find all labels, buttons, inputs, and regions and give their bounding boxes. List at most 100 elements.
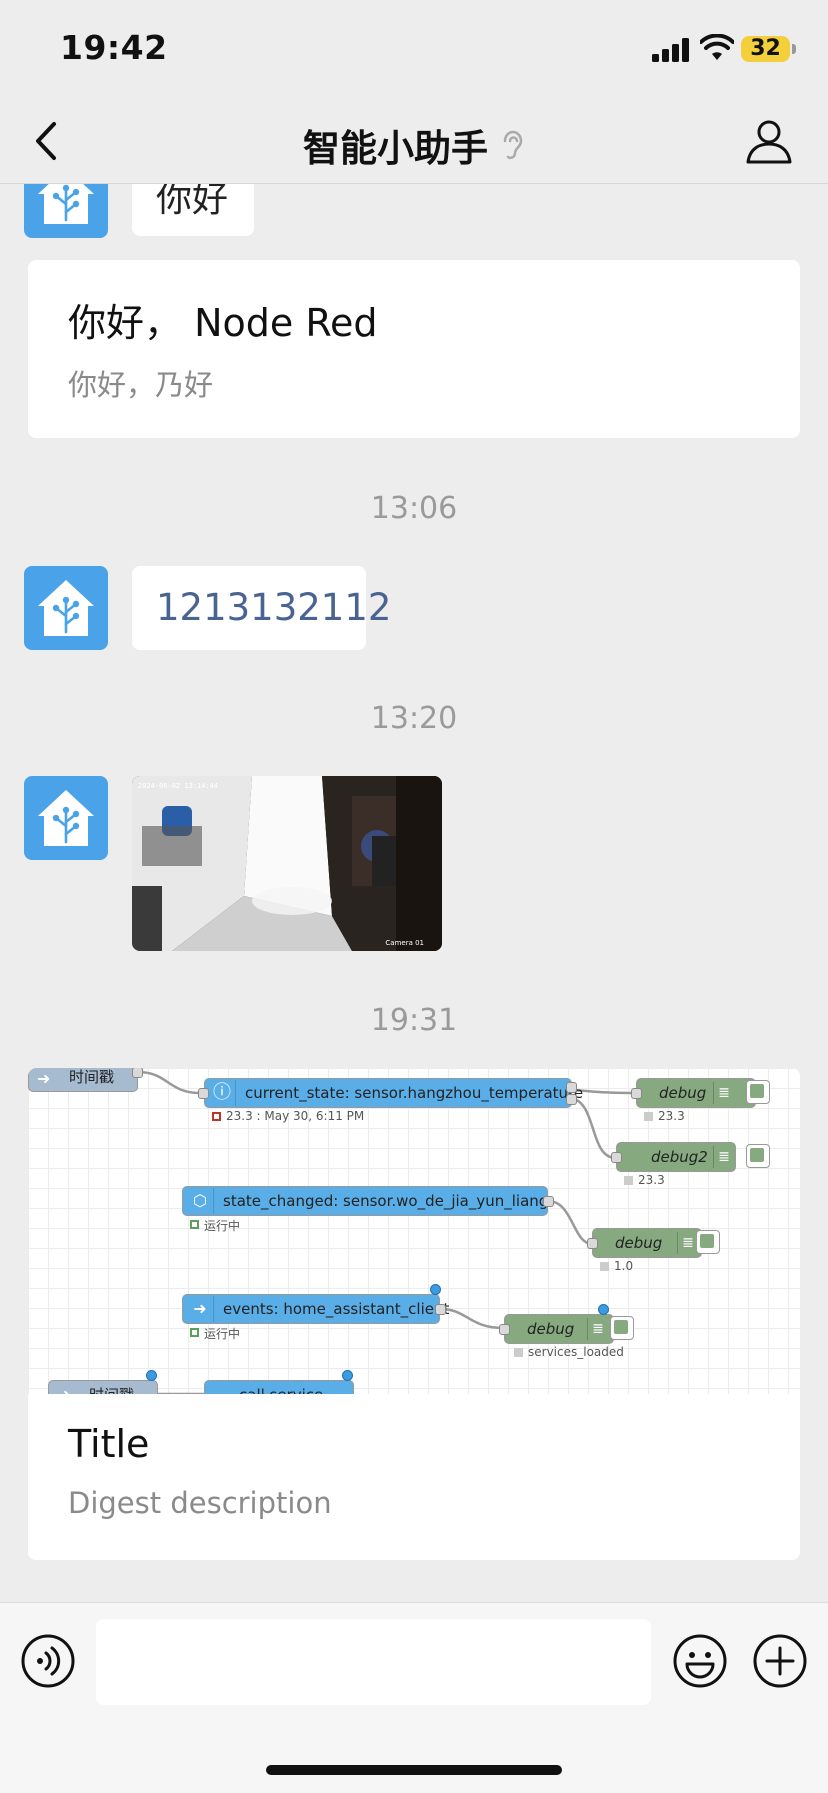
battery-tip	[792, 44, 796, 54]
arrow-right-icon: ➜	[187, 1296, 214, 1322]
home-indicator[interactable]	[266, 1765, 562, 1775]
node-port	[611, 1152, 622, 1163]
flow-node-label: debug2	[651, 1148, 708, 1166]
status-bar: 19:42 32	[0, 0, 828, 100]
bot-avatar[interactable]	[24, 776, 108, 860]
flow-node-label: current_state: sensor.hangzhou_temperatu…	[245, 1084, 584, 1102]
status-running-icon	[190, 1328, 199, 1337]
camera-timestamp-overlay: 2024-06-02 13:14:44	[138, 782, 219, 790]
status-icon	[624, 1176, 633, 1185]
user-profile-icon[interactable]	[744, 116, 794, 166]
status-icon	[600, 1262, 609, 1271]
flow-node-label: 时间戳	[89, 1381, 134, 1394]
flow-node-status: 23.3	[658, 1109, 685, 1123]
node-port	[132, 1068, 143, 1078]
message-text[interactable]: 1213132112	[156, 586, 391, 629]
flow-node-label: events: home_assistant_client	[223, 1300, 450, 1318]
home-assistant-icon	[38, 790, 94, 846]
flow-node-inject: ➜ 时间戳	[48, 1380, 158, 1394]
emoji-icon[interactable]	[672, 1633, 728, 1689]
article-card[interactable]: 时间戳 ➜ ⓘ current_state: sensor.hangzhou_t…	[28, 1068, 800, 1560]
flow-node-events: ➜ events: home_assistant_client	[182, 1294, 449, 1324]
node-port	[631, 1088, 642, 1099]
wifi-icon	[700, 34, 734, 60]
flow-node-inject: 时间戳 ➜	[28, 1068, 138, 1092]
node-red-flow-preview: 时间戳 ➜ ⓘ current_state: sensor.hangzhou_t…	[28, 1068, 800, 1394]
timestamp: 13:06	[370, 491, 458, 526]
card-description: Digest description	[68, 1486, 332, 1520]
arrow-right-icon: ➜	[37, 1069, 51, 1088]
flow-node-call-service: call service	[204, 1380, 354, 1394]
debug-toggle	[610, 1316, 634, 1340]
home-assistant-icon	[38, 184, 94, 224]
changed-indicator-dot	[342, 1370, 353, 1381]
node-port	[566, 1094, 577, 1105]
card-title: Title	[68, 1422, 150, 1466]
bot-avatar[interactable]	[24, 566, 108, 650]
debug-toggle	[696, 1230, 720, 1254]
camera-scene	[132, 776, 442, 951]
ear-icon	[503, 130, 523, 160]
battery-level: 32	[741, 36, 790, 62]
flow-node-debug: debug ≣	[504, 1314, 614, 1344]
flow-node-status: 23.3 : May 30, 6:11 PM	[226, 1109, 365, 1123]
state-change-icon: ⬡	[187, 1188, 214, 1214]
node-port	[499, 1324, 510, 1335]
changed-indicator-dot	[430, 1284, 441, 1295]
chat-header: 智能小助手	[0, 100, 828, 184]
timestamp: 13:20	[370, 701, 458, 736]
message-bubble[interactable]: 你好	[132, 184, 254, 236]
card-description: 你好，乃好	[68, 368, 214, 402]
status-running-icon	[190, 1220, 199, 1229]
camera-name-overlay: Camera 01	[385, 939, 424, 947]
header-title-wrap: 智能小助手	[0, 118, 828, 172]
message-text: 你好	[156, 184, 229, 220]
node-port	[566, 1082, 577, 1093]
chat-message-list[interactable]: 你好 你好， Node Red 你好，乃好 13:06 1213132112 1…	[0, 184, 828, 1602]
arrow-right-icon: ➜	[57, 1381, 70, 1394]
flow-node-state-changed: ⬡ state_changed: sensor.wo_de_jia_yun_li…	[182, 1186, 548, 1216]
flow-node-label: debug	[527, 1320, 575, 1338]
list-icon: ≣	[713, 1146, 734, 1168]
flow-node-debug: debug ≣	[592, 1228, 702, 1258]
status-icon	[514, 1348, 523, 1357]
status-error-icon	[212, 1112, 221, 1121]
flow-node-label: 时间戳	[69, 1068, 115, 1086]
node-port	[543, 1196, 554, 1207]
flow-node-status: 1.0	[614, 1259, 634, 1273]
node-port	[198, 1088, 209, 1099]
debug-toggle	[746, 1080, 770, 1104]
flow-node-status: services_loaded	[528, 1345, 624, 1359]
flow-node-status: 运行中	[204, 1327, 241, 1341]
add-more-icon[interactable]	[752, 1633, 808, 1689]
list-icon: ≣	[677, 1232, 698, 1254]
node-port	[435, 1304, 446, 1315]
home-assistant-icon	[38, 580, 94, 636]
voice-input-icon[interactable]	[20, 1633, 76, 1689]
message-input[interactable]	[96, 1619, 651, 1705]
message-bubble[interactable]: 1213132112	[132, 566, 391, 650]
changed-indicator-dot	[598, 1304, 609, 1315]
list-icon: ≣	[713, 1082, 734, 1104]
debug-toggle	[746, 1144, 770, 1168]
status-icon	[644, 1112, 653, 1121]
flow-node-debug2: debug2 ≣	[616, 1142, 736, 1172]
flow-node-label: debug	[615, 1234, 663, 1252]
info-icon: ⓘ	[209, 1080, 236, 1106]
flow-node-status: 运行中	[204, 1219, 241, 1233]
node-port	[587, 1238, 598, 1249]
list-icon: ≣	[587, 1318, 608, 1340]
card-title: 你好， Node Red	[68, 301, 378, 345]
flow-node-label: debug	[659, 1084, 707, 1102]
flow-node-label: state_changed: sensor.wo_de_jia_yun_lian…	[223, 1192, 549, 1210]
camera-snapshot-image[interactable]: 2024-06-02 13:14:44 Camera 01	[132, 776, 442, 951]
timestamp: 19:31	[370, 1003, 458, 1038]
chat-title: 智能小助手	[302, 127, 488, 170]
changed-indicator-dot	[146, 1370, 157, 1381]
flow-node-debug: debug ≣	[636, 1078, 756, 1108]
status-time: 19:42	[60, 28, 168, 67]
flow-node-label: call service	[239, 1381, 323, 1394]
link-card[interactable]: 你好， Node Red 你好，乃好	[28, 260, 800, 438]
flow-node-status: 23.3	[638, 1173, 665, 1187]
bot-avatar[interactable]	[24, 184, 108, 238]
